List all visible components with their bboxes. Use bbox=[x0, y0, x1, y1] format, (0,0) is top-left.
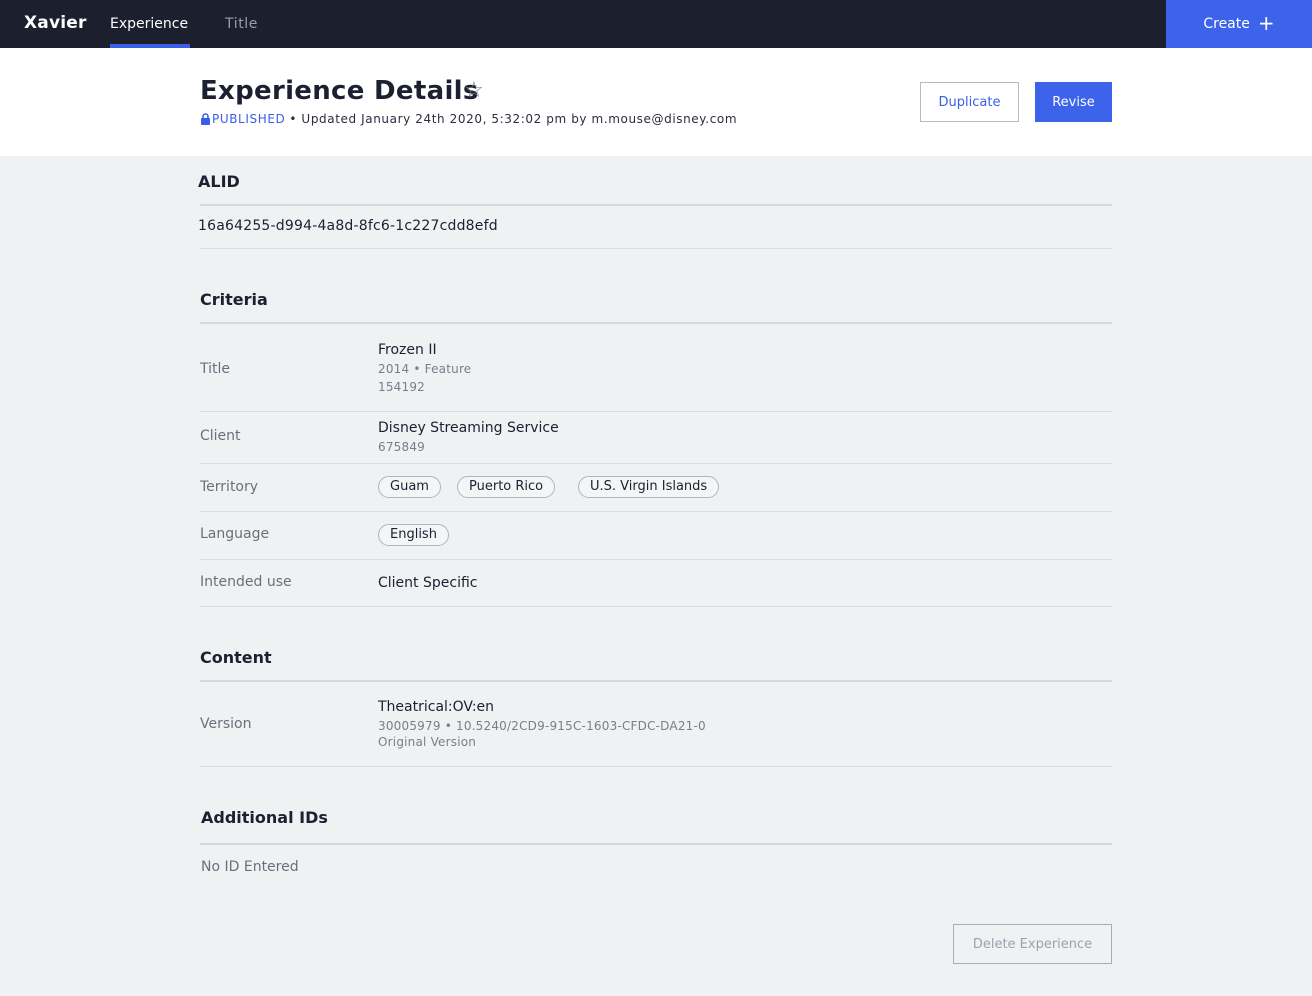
version-ids: 30005979 • 10.5240/2CD9-915C-1603-CFDC-D… bbox=[378, 719, 706, 733]
tab-title[interactable]: Title bbox=[225, 16, 258, 32]
divider bbox=[200, 248, 1112, 249]
title-label: Title bbox=[200, 361, 231, 377]
divider bbox=[200, 843, 1112, 845]
duplicate-button[interactable]: Duplicate bbox=[920, 82, 1019, 122]
divider bbox=[200, 511, 1112, 512]
delete-experience-button[interactable]: Delete Experience bbox=[953, 924, 1112, 964]
page-header: Experience Details ☆ PUBLISHED • Updated… bbox=[0, 48, 1312, 156]
star-outline-icon[interactable]: ☆ bbox=[464, 78, 484, 103]
create-label: Create bbox=[1203, 16, 1250, 32]
language-chip: English bbox=[378, 524, 449, 546]
title-id: 154192 bbox=[378, 380, 426, 394]
no-id-text: No ID Entered bbox=[201, 859, 299, 875]
status-line: PUBLISHED • Updated January 24th 2020, 5… bbox=[200, 112, 737, 126]
client-label: Client bbox=[200, 428, 241, 444]
client-id: 675849 bbox=[378, 440, 426, 454]
divider bbox=[200, 204, 1112, 206]
language-label: Language bbox=[200, 526, 270, 542]
plus-icon: + bbox=[1257, 11, 1275, 35]
alid-heading: ALID bbox=[198, 172, 240, 191]
revise-button[interactable]: Revise bbox=[1035, 82, 1112, 122]
status-badge: PUBLISHED bbox=[212, 112, 286, 126]
divider bbox=[200, 322, 1112, 324]
top-nav: Xavier Experience Title Create + bbox=[0, 0, 1312, 48]
app-brand[interactable]: Xavier bbox=[24, 13, 87, 33]
divider bbox=[200, 411, 1112, 412]
divider bbox=[200, 559, 1112, 560]
create-button[interactable]: Create + bbox=[1166, 0, 1312, 48]
version-type: Original Version bbox=[378, 735, 477, 749]
version-label: Version bbox=[200, 716, 252, 732]
territory-chip: Puerto Rico bbox=[457, 476, 556, 498]
criteria-heading: Criteria bbox=[200, 290, 268, 309]
territory-label: Territory bbox=[200, 479, 259, 495]
divider bbox=[200, 463, 1112, 464]
territory-chip: Guam bbox=[378, 476, 441, 498]
divider bbox=[200, 766, 1112, 767]
intended-use-value: Client Specific bbox=[378, 575, 478, 591]
updated-text: • Updated January 24th 2020, 5:32:02 pm … bbox=[289, 112, 738, 126]
divider bbox=[200, 606, 1112, 607]
territory-chip: U.S. Virgin Islands bbox=[578, 476, 720, 498]
client-name: Disney Streaming Service bbox=[378, 420, 559, 436]
tab-experience[interactable]: Experience bbox=[110, 16, 188, 32]
version-name: Theatrical:OV:en bbox=[378, 699, 495, 715]
page-title: Experience Details bbox=[200, 76, 479, 106]
title-meta: 2014 • Feature bbox=[378, 362, 472, 376]
content-heading: Content bbox=[200, 648, 272, 667]
intended-use-label: Intended use bbox=[200, 574, 292, 590]
alid-value: 16a64255-d994-4a8d-8fc6-1c227cdd8efd bbox=[198, 218, 498, 234]
lock-icon bbox=[201, 113, 210, 125]
additional-ids-heading: Additional IDs bbox=[201, 808, 328, 827]
title-name: Frozen II bbox=[378, 342, 437, 358]
divider bbox=[200, 680, 1112, 682]
